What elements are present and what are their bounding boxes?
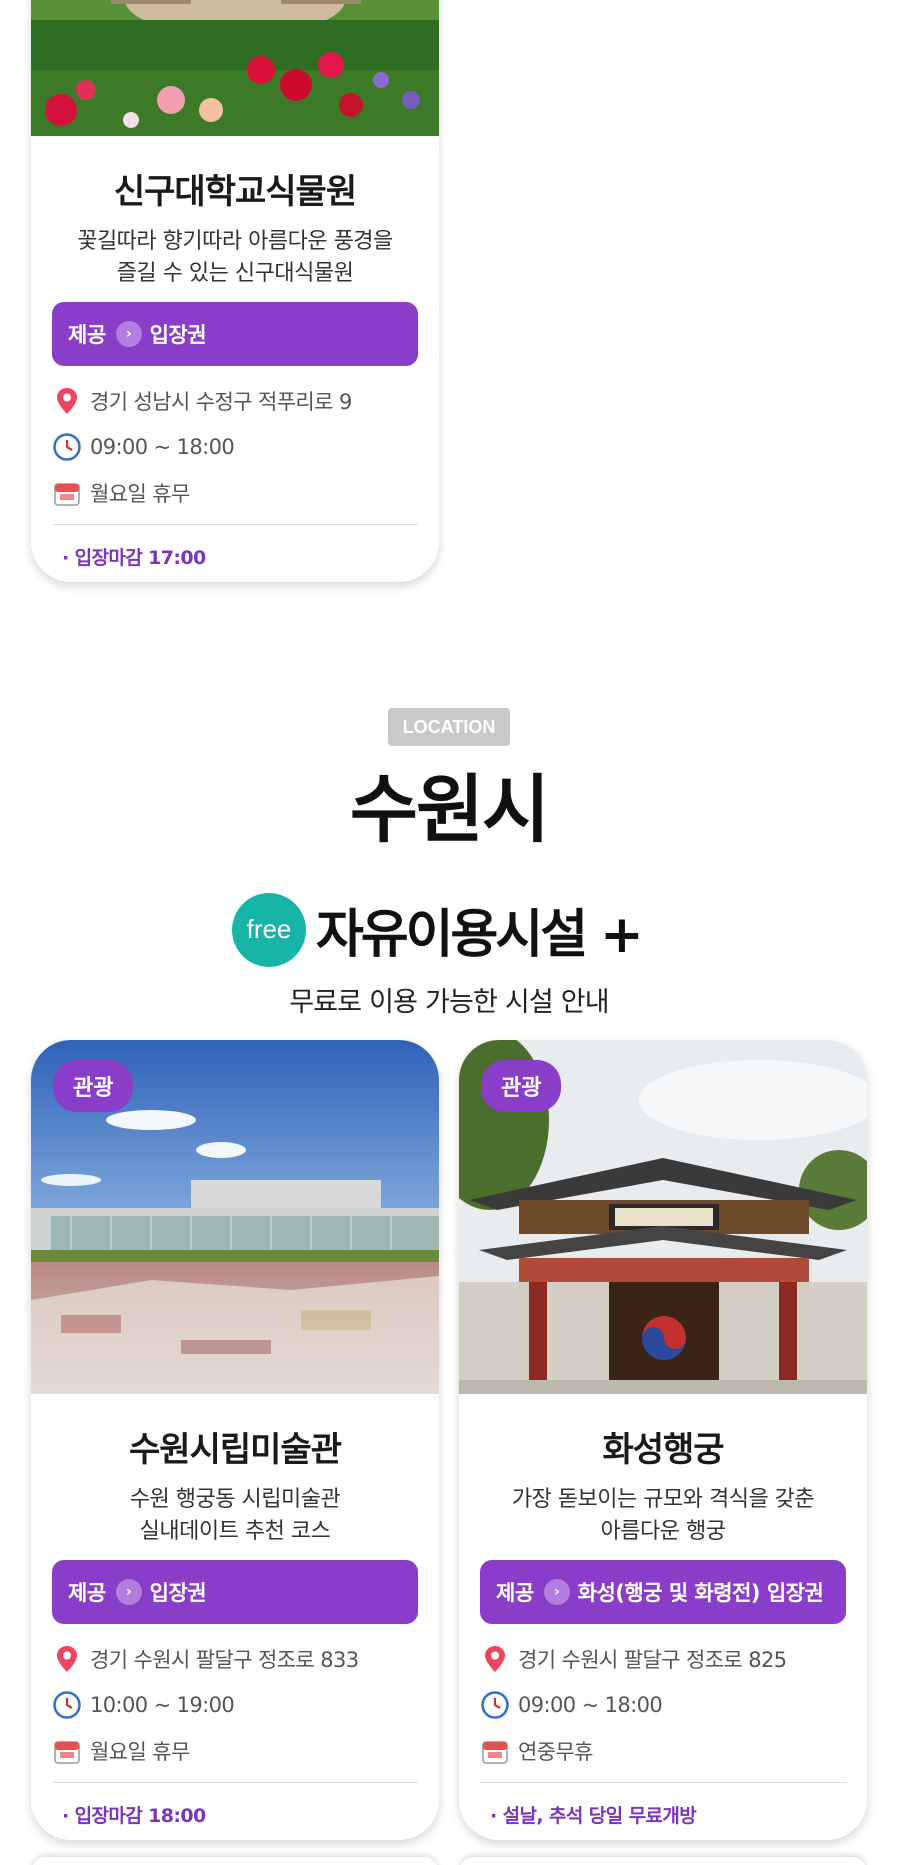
category-tag: 관광 <box>53 1060 134 1112</box>
provide-banner: 제공 › 화성(행궁 및 화령전) 입장권 <box>480 1560 846 1624</box>
calendar-icon <box>52 1736 82 1766</box>
note-text: · 입장마감 17:00 <box>62 547 206 569</box>
card-title: 화성행궁 <box>602 1430 724 1470</box>
card-description: 수원 행궁동 시립미술관 실내데이트 추천 코스 <box>129 1487 341 1544</box>
hours-row: 10:00 ~ 19:00 <box>52 1682 418 1728</box>
calendar-icon <box>480 1736 510 1766</box>
chevron-right-icon: › <box>115 321 142 347</box>
free-heading: free 자유이용시설 + <box>232 892 644 967</box>
next-card-peek-left <box>31 1857 439 1865</box>
hours-row: 09:00 ~ 18:00 <box>52 424 418 470</box>
map-pin-icon <box>480 1644 510 1674</box>
card-description: 꽃길따라 향기따라 아름다운 풍경을 즐길 수 있는 신구대식물원 <box>77 229 393 286</box>
garden-photo <box>31 0 439 136</box>
calendar-icon <box>52 478 82 508</box>
map-pin-icon <box>52 386 82 416</box>
museum-photo: 관광 <box>31 1040 439 1394</box>
clock-icon <box>480 1690 510 1720</box>
facility-card-art-museum[interactable]: 관광 수원시립미술관 수원 행궁동 시립미술관 실내데이트 추천 코스 제공 ›… <box>31 1040 439 1840</box>
provide-banner: 제공 › 입장권 <box>52 1560 418 1624</box>
chevron-right-icon: › <box>543 1579 570 1605</box>
city-title: 수원시 <box>349 767 550 853</box>
closed-row: 월요일 휴무 <box>52 470 418 516</box>
location-badge: LOCATION <box>388 708 510 746</box>
free-badge: free <box>232 892 306 967</box>
card-title: 신구대학교식물원 <box>113 172 357 212</box>
palace-photo: 관광 <box>459 1040 867 1394</box>
closed-row: 월요일 휴무 <box>52 1728 418 1774</box>
chevron-right-icon: › <box>115 1579 142 1605</box>
card-description: 가장 돋보이는 규모와 격식을 갖춘 아름다운 행궁 <box>511 1487 815 1544</box>
card-title: 수원시립미술관 <box>129 1430 342 1470</box>
hours-row: 09:00 ~ 18:00 <box>480 1682 846 1728</box>
section-subtitle: 무료로 이용 가능한 시설 안내 <box>289 987 609 1018</box>
address-row: 경기 수원시 팔달구 정조로 825 <box>480 1636 846 1682</box>
map-pin-icon <box>52 1644 82 1674</box>
facility-card-hwaseong[interactable]: 관광 화성행궁 가장 돋보이는 규모와 격식을 갖춘 아름다운 행궁 제공 › … <box>459 1040 867 1840</box>
closed-row: 연중무휴 <box>480 1728 846 1774</box>
note-text: · 입장마감 18:00 <box>62 1805 206 1827</box>
category-tag: 관광 <box>481 1060 562 1112</box>
address-row: 경기 수원시 팔달구 정조로 833 <box>52 1636 418 1682</box>
next-card-peek-right <box>459 1857 867 1865</box>
clock-icon <box>52 1690 82 1720</box>
provide-banner: 제공 › 입장권 <box>52 302 418 366</box>
facility-card-shingu[interactable]: 신구대학교식물원 꽃길따라 향기따라 아름다운 풍경을 즐길 수 있는 신구대식… <box>31 0 439 582</box>
clock-icon <box>52 432 82 462</box>
address-row: 경기 성남시 수정구 적푸리로 9 <box>52 378 418 424</box>
free-title: 자유이용시설 + <box>316 905 644 965</box>
note-text: · 설날, 추석 당일 무료개방 <box>490 1805 697 1827</box>
